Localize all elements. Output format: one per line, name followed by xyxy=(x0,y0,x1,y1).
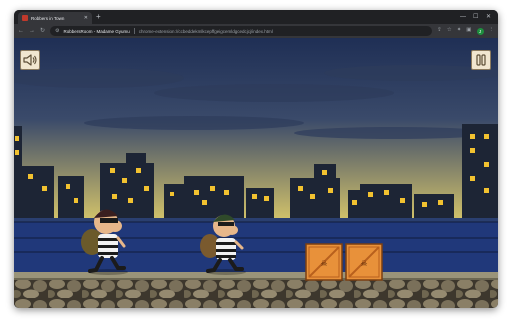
sidepanel-icon[interactable]: ▣ xyxy=(466,28,471,34)
pause-icon xyxy=(476,54,486,66)
crate-1: ☠ xyxy=(305,243,343,281)
forward-button[interactable]: → xyxy=(29,28,35,34)
extension-icon: ⚙ xyxy=(55,28,60,34)
browser-window: Robbers in Town ✕ + — ☐ ✕ ← → ↻ ⚙ Robber… xyxy=(14,10,498,308)
game-scene: ☠ ☠ xyxy=(14,38,498,308)
share-icon[interactable]: ⇪ xyxy=(437,28,442,34)
close-tab-icon[interactable]: ✕ xyxy=(84,15,88,21)
sound-toggle-button[interactable] xyxy=(20,50,40,70)
back-button[interactable]: ← xyxy=(18,28,24,34)
svg-text:☠: ☠ xyxy=(360,259,367,268)
address-bar[interactable]: ⚙ RobbersRoom - Madame Gyumu chrome-exte… xyxy=(50,26,433,36)
speaker-icon xyxy=(23,54,37,66)
favicon-icon xyxy=(22,15,28,21)
pause-button[interactable] xyxy=(471,50,491,70)
svg-text:☠: ☠ xyxy=(320,259,327,268)
site-name: RobbersRoom - Madame Gyumu xyxy=(63,28,130,34)
crate-2: ☠ xyxy=(345,243,383,281)
tab-title: Robbers in Town xyxy=(31,15,65,21)
reload-button[interactable]: ↻ xyxy=(40,28,45,34)
menu-kebab-icon[interactable]: ⋮ xyxy=(489,28,495,34)
maximize-button[interactable]: ☐ xyxy=(473,12,478,22)
address-divider xyxy=(133,28,135,34)
minimize-button[interactable]: — xyxy=(460,12,466,22)
tab-strip: Robbers in Town ✕ + — ☐ ✕ xyxy=(14,10,498,24)
url-text: chrome-extension://ccbeddekmlkcepffgeigc… xyxy=(138,28,273,34)
game-canvas[interactable]: ☠ ☠ xyxy=(14,38,498,308)
profile-avatar[interactable]: J xyxy=(476,27,484,35)
new-tab-button[interactable]: + xyxy=(96,12,101,22)
extensions-puzzle-icon[interactable]: ✦ xyxy=(457,28,462,34)
bookmark-star-icon[interactable]: ☆ xyxy=(447,28,452,34)
stone-wall xyxy=(14,280,498,308)
browser-toolbar: ← → ↻ ⚙ RobbersRoom - Madame Gyumu chrom… xyxy=(14,24,498,38)
close-window-button[interactable]: ✕ xyxy=(486,12,491,22)
browser-tab[interactable]: Robbers in Town ✕ xyxy=(18,12,92,24)
